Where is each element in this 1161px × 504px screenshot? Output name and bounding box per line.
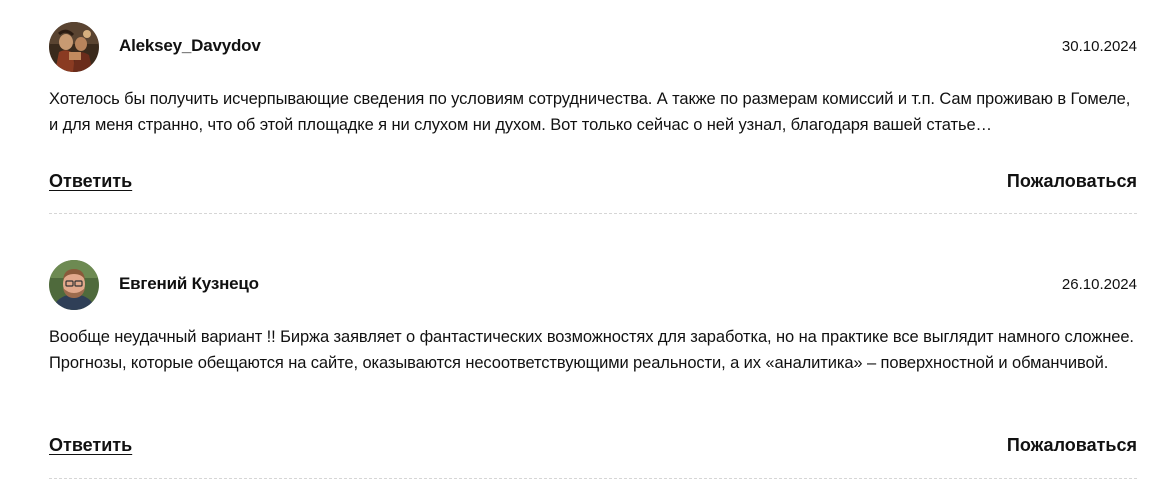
comment-text: Вообще неудачный вариант !! Биржа заявля… [49, 328, 1134, 372]
reply-link[interactable]: Ответить [49, 171, 132, 192]
comment-text: Хотелось бы получить исчерпывающие сведе… [49, 90, 1131, 134]
painting-portrait-icon [49, 22, 99, 72]
reply-link[interactable]: Ответить [49, 435, 132, 456]
report-link[interactable]: Пожаловаться [1007, 435, 1137, 456]
comment-header: Aleksey_Davydov 30.10.2024 [49, 22, 1137, 72]
divider [49, 478, 1137, 479]
comments-list: Aleksey_Davydov 30.10.2024 Хотелось бы п… [0, 0, 1161, 504]
comment-header: Евгений Кузнецо 26.10.2024 [49, 260, 1137, 310]
man-photo-icon [49, 260, 99, 310]
comment-actions: Ответить Пожаловаться [49, 171, 1137, 195]
comment-actions: Ответить Пожаловаться [49, 435, 1137, 459]
avatar[interactable] [49, 260, 99, 310]
comment-item: Aleksey_Davydov 30.10.2024 Хотелось бы п… [49, 22, 1137, 214]
comment-item: Евгений Кузнецо 26.10.2024 Вообще неудач… [49, 260, 1137, 479]
divider [49, 213, 1137, 214]
comment-date: 26.10.2024 [1061, 276, 1137, 293]
avatar[interactable] [49, 22, 99, 72]
comment-author: Евгений Кузнецо [119, 274, 259, 293]
comment-author: Aleksey_Davydov [119, 36, 261, 55]
report-link[interactable]: Пожаловаться [1007, 171, 1137, 192]
comment-date: 30.10.2024 [1061, 38, 1137, 55]
